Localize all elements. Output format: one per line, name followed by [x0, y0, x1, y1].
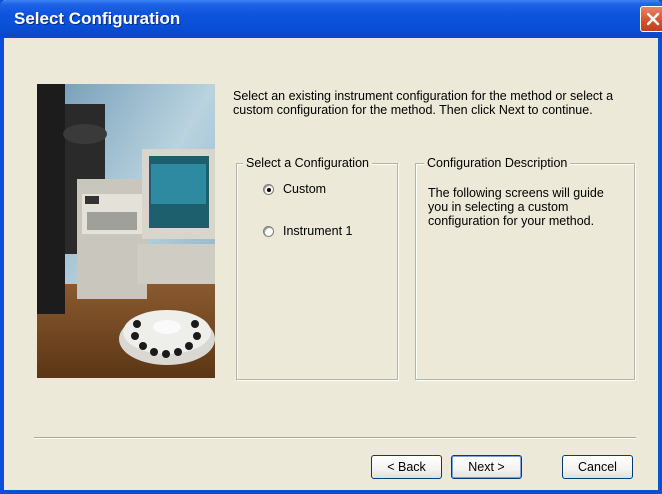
configuration-groupbox: Select a Configuration Custom Instrument… — [236, 156, 398, 380]
radio-button-checked[interactable] — [263, 183, 274, 195]
description-text: The following screens will guide you in … — [428, 186, 604, 228]
radio-custom[interactable]: Custom — [263, 182, 326, 196]
title-bar[interactable]: Select Configuration — [0, 0, 662, 38]
description-legend: Configuration Description — [424, 156, 571, 170]
close-icon — [646, 12, 660, 26]
instruction-text: Select an existing instrument configurat… — [233, 89, 614, 117]
cancel-button[interactable]: Cancel — [562, 455, 633, 479]
description-groupbox: Configuration Description The following … — [415, 156, 635, 380]
radio-label-custom: Custom — [283, 182, 327, 196]
back-button[interactable]: < Back — [371, 455, 442, 479]
radio-instrument-1[interactable]: Instrument 1 — [263, 224, 352, 238]
window-title: Select Configuration — [14, 9, 181, 28]
radio-button-unchecked[interactable] — [263, 225, 274, 237]
configuration-legend: Select a Configuration — [243, 156, 372, 170]
next-button[interactable]: Next > — [451, 455, 522, 479]
close-button[interactable] — [640, 6, 662, 32]
instrument-photo — [37, 84, 215, 378]
radio-label-instrument-1: Instrument 1 — [283, 224, 353, 238]
separator-line — [34, 437, 636, 439]
